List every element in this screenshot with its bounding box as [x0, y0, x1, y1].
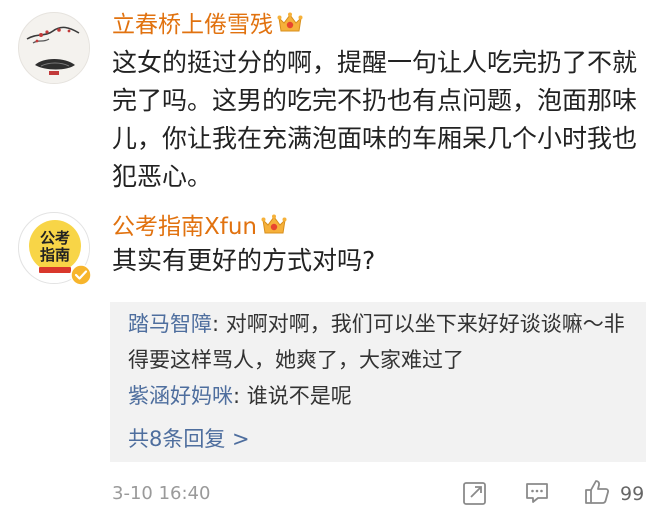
username-text[interactable]: 立春桥上倦雪残	[112, 12, 273, 38]
avatar-text-line1: 公考	[40, 229, 70, 247]
avatar[interactable]	[18, 12, 90, 84]
comment-footer: 3-10 16:40 99	[0, 476, 656, 512]
username[interactable]: 立春桥上倦雪残	[112, 10, 303, 40]
comment-text: 其实有更好的方式对吗?	[112, 246, 376, 275]
reply-author[interactable]: 紫涵好妈咪	[128, 384, 233, 408]
ink-painting-icon	[20, 14, 89, 83]
more-replies-link[interactable]: 共8条回复 >	[128, 422, 250, 456]
timestamp: 3-10 16:40	[112, 483, 211, 504]
reply-separator: :	[233, 384, 247, 408]
crown-vip-icon	[277, 12, 303, 32]
crown-vip-icon	[261, 214, 287, 234]
reply-item[interactable]: 紫涵好妈咪: 谁说不是呢	[128, 378, 633, 414]
comment-icon[interactable]	[524, 480, 550, 506]
share-icon[interactable]	[462, 480, 488, 506]
username-text[interactable]: 公考指南Xfun	[112, 214, 257, 240]
comment-item: 立春桥上倦雪残 这女的挺过分的啊，提醒一句让人吃完扔了不就完了吗。这男的吃完不扔…	[0, 0, 656, 204]
reply-box[interactable]: 踏马智障: 对啊对啊，我们可以坐下来好好谈谈嘛～非得要这样骂人，她爽了，大家难过…	[110, 302, 646, 462]
reply-separator: :	[212, 312, 226, 336]
username[interactable]: 公考指南Xfun	[112, 212, 287, 242]
reply-author[interactable]: 踏马智障	[128, 312, 212, 336]
avatar-text-line2: 指南	[40, 246, 70, 264]
verified-check-icon	[70, 264, 92, 286]
comment-text: 这女的挺过分的啊，提醒一句让人吃完扔了不就完了吗。这男的吃完不扔也有点问题，泡面…	[112, 48, 638, 191]
like-count: 99	[620, 483, 645, 505]
reply-text: 谁说不是呢	[246, 384, 352, 408]
thumbs-up-icon[interactable]	[583, 478, 611, 506]
reply-item[interactable]: 踏马智障: 对啊对啊，我们可以坐下来好好谈谈嘛～非得要这样骂人，她爽了，大家难过…	[128, 306, 633, 378]
comment-item: 公考 指南 公考指南Xfun 其实有更好的方式对吗? 踏马智障: 对啊对啊，我们…	[0, 204, 656, 524]
